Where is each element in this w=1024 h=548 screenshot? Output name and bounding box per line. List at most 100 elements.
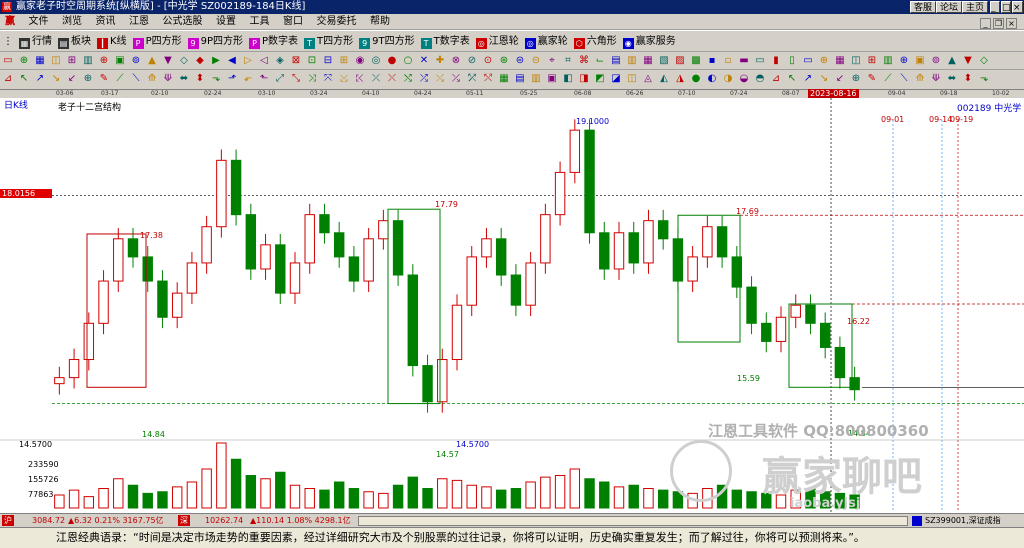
drawing-tool-icon[interactable]: ⬐ xyxy=(241,72,255,86)
drawing-tool-icon[interactable]: ⊞ xyxy=(65,54,79,68)
drawing-tool-icon[interactable]: ▦ xyxy=(641,54,655,68)
drawing-tool-icon[interactable]: ⬌ xyxy=(177,72,191,86)
drawing-tool-icon[interactable]: ⊚ xyxy=(129,54,143,68)
drawing-tool-icon[interactable]: ⊕ xyxy=(849,72,863,86)
drawing-tool-icon[interactable]: ⤬ xyxy=(385,72,399,86)
drawing-tool-icon[interactable]: ⟰ xyxy=(913,72,927,86)
toolbar-button-8[interactable]: T T数字表 xyxy=(418,32,473,51)
menu-news[interactable]: 资讯 xyxy=(91,14,121,30)
drawing-tool-icon[interactable]: ▭ xyxy=(1,54,15,68)
menu-tools[interactable]: 工具 xyxy=(245,14,275,30)
menu-window[interactable]: 窗口 xyxy=(278,14,308,30)
drawing-tool-icon[interactable]: ⌘ xyxy=(577,54,591,68)
drawing-tool-icon[interactable]: ✚ xyxy=(433,54,447,68)
customer-service-button[interactable]: 客服 xyxy=(910,1,937,13)
drawing-tool-icon[interactable]: ⌗ xyxy=(561,54,575,68)
toolbar-button-4[interactable]: 9 9P四方形 xyxy=(185,32,246,51)
menu-file[interactable]: 文件 xyxy=(24,14,54,30)
drawing-tool-icon[interactable]: ⤯ xyxy=(433,72,447,86)
drawing-tool-icon[interactable]: ⤩ xyxy=(337,72,351,86)
drawing-tool-icon[interactable]: ⊿ xyxy=(1,72,15,86)
child-restore-icon[interactable]: ❐ xyxy=(993,18,1004,29)
drawing-tool-icon[interactable]: ↗ xyxy=(33,72,47,86)
maximize-icon[interactable]: □ xyxy=(1001,1,1011,13)
drawing-tool-icon[interactable]: ⊞ xyxy=(337,54,351,68)
drawing-tool-icon[interactable]: ⬌ xyxy=(945,72,959,86)
drawing-tool-icon[interactable]: ◀ xyxy=(225,54,239,68)
drawing-tool-icon[interactable]: ▫ xyxy=(721,54,735,68)
drawing-tool-icon[interactable]: ⌖ xyxy=(545,54,559,68)
drawing-tool-icon[interactable]: ● xyxy=(689,72,703,86)
menu-help[interactable]: 帮助 xyxy=(365,14,395,30)
drawing-tool-icon[interactable]: ◭ xyxy=(657,72,671,86)
child-minimize-icon[interactable]: _ xyxy=(980,18,991,29)
drawing-tool-icon[interactable]: ▦ xyxy=(497,72,511,86)
drawing-tool-icon[interactable]: ▥ xyxy=(81,54,95,68)
drawing-tool-icon[interactable]: ▮ xyxy=(769,54,783,68)
drawing-tool-icon[interactable]: ⊞ xyxy=(865,54,879,68)
drawing-tool-icon[interactable]: ⌙ xyxy=(593,54,607,68)
drawing-tool-icon[interactable]: ⤡ xyxy=(289,72,303,86)
toolbar-button-2[interactable]: ┃ K线 xyxy=(94,32,130,51)
drawing-tool-icon[interactable]: ⤭ xyxy=(401,72,415,86)
drawing-tool-icon[interactable]: ✎ xyxy=(97,72,111,86)
drawing-tool-icon[interactable]: ● xyxy=(385,54,399,68)
drawing-tool-icon[interactable]: ⟱ xyxy=(161,72,175,86)
drawing-tool-icon[interactable]: ◮ xyxy=(673,72,687,86)
drawing-tool-icon[interactable]: ⊟ xyxy=(321,54,335,68)
toolbar-button-1[interactable]: ▤ 板块 xyxy=(55,32,94,51)
drawing-tool-icon[interactable]: ⟍ xyxy=(129,72,143,86)
drawing-tool-icon[interactable]: ▲ xyxy=(945,54,959,68)
drawing-tool-icon[interactable]: ✕ xyxy=(417,54,431,68)
drawing-tool-icon[interactable]: ▩ xyxy=(689,54,703,68)
drawing-tool-icon[interactable]: ⊙ xyxy=(481,54,495,68)
drawing-tool-icon[interactable]: ⤪ xyxy=(353,72,367,86)
drawing-tool-icon[interactable]: ⊝ xyxy=(529,54,543,68)
drawing-tool-icon[interactable]: ▥ xyxy=(881,54,895,68)
drawing-tool-icon[interactable]: ↙ xyxy=(65,72,79,86)
drawing-tool-icon[interactable]: ▯ xyxy=(785,54,799,68)
drawing-tool-icon[interactable]: ⊚ xyxy=(929,54,943,68)
drawing-tool-icon[interactable]: ▣ xyxy=(113,54,127,68)
drawing-tool-icon[interactable]: ▣ xyxy=(913,54,927,68)
drawing-tool-icon[interactable]: ▼ xyxy=(961,54,975,68)
menu-gann[interactable]: 江恩 xyxy=(124,14,154,30)
menu-settings[interactable]: 设置 xyxy=(211,14,241,30)
drawing-tool-icon[interactable]: ⬍ xyxy=(961,72,975,86)
drawing-tool-icon[interactable]: ◨ xyxy=(577,72,591,86)
drawing-tool-icon[interactable]: ○ xyxy=(401,54,415,68)
toolbar-button-5[interactable]: P P数字表 xyxy=(246,32,301,51)
drawing-tool-icon[interactable]: ⤰ xyxy=(449,72,463,86)
drawing-tool-icon[interactable]: ◈ xyxy=(273,54,287,68)
drawing-tool-icon[interactable]: ◉ xyxy=(353,54,367,68)
drawing-tool-icon[interactable]: ⬑ xyxy=(257,72,271,86)
drawing-tool-icon[interactable]: ↙ xyxy=(833,72,847,86)
minimize-icon[interactable]: _ xyxy=(990,1,1000,13)
drawing-tool-icon[interactable]: ↗ xyxy=(801,72,815,86)
drawing-tool-icon[interactable]: ▬ xyxy=(737,54,751,68)
drawing-tool-icon[interactable]: ◫ xyxy=(849,54,863,68)
drawing-tool-icon[interactable]: ⊕ xyxy=(17,54,31,68)
drawing-tool-icon[interactable]: ▷ xyxy=(241,54,255,68)
index-select-icon[interactable] xyxy=(912,516,922,526)
drawing-tool-icon[interactable]: ⟰ xyxy=(145,72,159,86)
drawing-tool-icon[interactable]: ◐ xyxy=(705,72,719,86)
menu-formula-screen[interactable]: 公式选股 xyxy=(158,14,208,30)
drawing-tool-icon[interactable]: ⊛ xyxy=(497,54,511,68)
toolbar-button-0[interactable]: ▦ 行情 xyxy=(16,32,55,51)
toolbar-button-3[interactable]: P P四方形 xyxy=(130,32,185,51)
toolbar-button-7[interactable]: 9 9T四方形 xyxy=(356,32,417,51)
menu-trade[interactable]: 交易委托 xyxy=(312,14,362,30)
drawing-tool-icon[interactable]: ⬍ xyxy=(193,72,207,86)
drawing-tool-icon[interactable]: ▭ xyxy=(753,54,767,68)
toolbar-button-6[interactable]: T T四方形 xyxy=(301,32,356,51)
drawing-tool-icon[interactable]: ⊡ xyxy=(305,54,319,68)
drawing-tool-icon[interactable]: ◬ xyxy=(641,72,655,86)
drawing-tool-icon[interactable]: ▥ xyxy=(625,54,639,68)
child-close-icon[interactable]: × xyxy=(1006,18,1017,29)
drawing-tool-icon[interactable]: ◇ xyxy=(177,54,191,68)
drawing-tool-icon[interactable]: ▼ xyxy=(161,54,175,68)
drawing-tool-icon[interactable]: ▤ xyxy=(609,54,623,68)
drawing-tool-icon[interactable]: ⊘ xyxy=(465,54,479,68)
drawing-tool-icon[interactable]: ◇ xyxy=(977,54,991,68)
